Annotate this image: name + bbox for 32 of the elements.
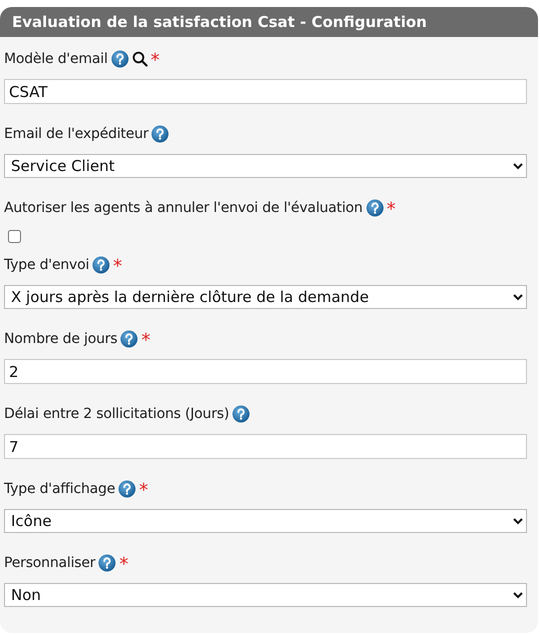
required-asterisk: * [150, 52, 160, 70]
field-label: Autoriser les agents à annuler l'envoi de l'évaluation [4, 200, 363, 216]
required-asterisk: * [139, 482, 148, 500]
help-icon[interactable] [366, 199, 384, 217]
text-field[interactable]: CSAT [4, 79, 527, 104]
select-field[interactable]: X jours après la dernière clôture de la demande [4, 285, 527, 309]
help-icon[interactable] [98, 554, 116, 572]
help-icon[interactable] [92, 256, 110, 274]
help-icon[interactable] [151, 125, 170, 143]
field-label: Type d'affichage [4, 481, 116, 497]
required-asterisk: * [141, 332, 150, 350]
select-field[interactable]: Non [4, 583, 527, 607]
required-asterisk: * [113, 258, 122, 276]
field-label: Modèle d'email [4, 51, 108, 67]
search-icon[interactable] [132, 51, 148, 67]
field-label: Délai entre 2 sollicitations (Jours) [4, 406, 230, 422]
field-label: Type d'envoi [4, 257, 90, 273]
help-icon[interactable] [232, 405, 250, 423]
select-field[interactable]: Icône [4, 509, 527, 533]
checkbox[interactable] [8, 230, 21, 243]
text-field[interactable]: 2 [4, 359, 527, 384]
required-asterisk: * [119, 556, 128, 574]
field-label: Personnaliser [4, 555, 96, 571]
help-icon[interactable] [118, 480, 136, 498]
field-label: Email de l'expéditeur [4, 126, 148, 142]
select-field[interactable]: Service Client [4, 154, 527, 178]
panel-title: Evaluation de la satisfaction Csat - Configuration [0, 7, 538, 37]
field-label: Nombre de jours [4, 331, 118, 347]
required-asterisk: * [386, 201, 396, 219]
text-field[interactable]: 7 [4, 434, 527, 459]
help-icon[interactable] [110, 50, 129, 68]
help-icon[interactable] [120, 330, 138, 348]
